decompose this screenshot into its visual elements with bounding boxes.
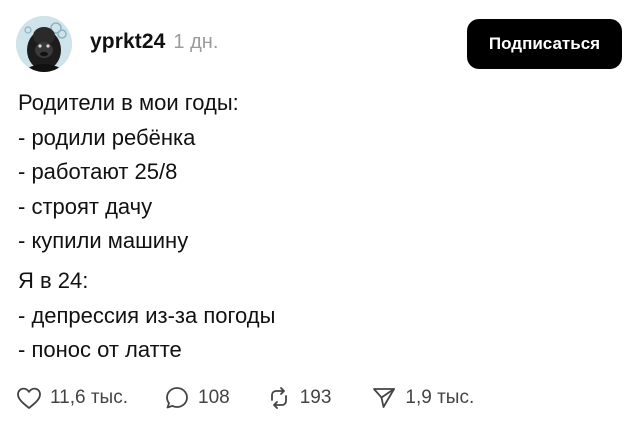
- shares-count: 1,9 тыс.: [405, 387, 475, 408]
- post-time: 1 дн.: [173, 31, 219, 53]
- post-text-line: Родители в мои годы:: [18, 90, 239, 115]
- repost-icon: [266, 385, 292, 411]
- avatar[interactable]: [16, 16, 72, 72]
- send-icon: [371, 385, 397, 411]
- comment-button[interactable]: 108: [164, 380, 230, 416]
- post-text-line: - понос от латте: [18, 337, 182, 362]
- reposts-count: 193: [299, 387, 332, 408]
- author-line: yprkt24 1 дн.: [90, 30, 218, 54]
- heart-icon: [16, 386, 42, 410]
- post-text-line: - строят дачу: [18, 193, 153, 219]
- share-button[interactable]: 1,9 тыс.: [371, 380, 474, 416]
- username[interactable]: yprkt24: [90, 30, 165, 54]
- post-text-line: - работают 25/8: [18, 159, 178, 184]
- like-button[interactable]: 11,6 тыс.: [16, 380, 128, 416]
- post-text-line: - купили машину: [18, 228, 189, 253]
- post-text-line: Я в 24:: [18, 268, 89, 293]
- speech-bubble-icon: [164, 385, 190, 411]
- repost-button[interactable]: 193: [266, 380, 332, 416]
- post-text-block-2: Я в 24: - депрессия из-за погоды - понос…: [18, 264, 618, 368]
- likes-count: 11,6 тыс.: [50, 387, 128, 408]
- post-card: yprkt24 1 дн. Подписаться Родители в мои…: [0, 0, 640, 429]
- follow-button[interactable]: Подписаться: [467, 19, 622, 69]
- gorilla-avatar-icon: [16, 16, 72, 72]
- post-text-line: - депрессия из-за погоды: [18, 302, 276, 328]
- comments-count: 108: [198, 387, 230, 408]
- post-text-block-1: Родители в мои годы: - родили ребёнка - …: [18, 86, 618, 259]
- post-text-line: - родили ребёнка: [18, 124, 196, 150]
- action-bar: 11,6 тыс. 108 193 1,9 тыс.: [16, 380, 474, 416]
